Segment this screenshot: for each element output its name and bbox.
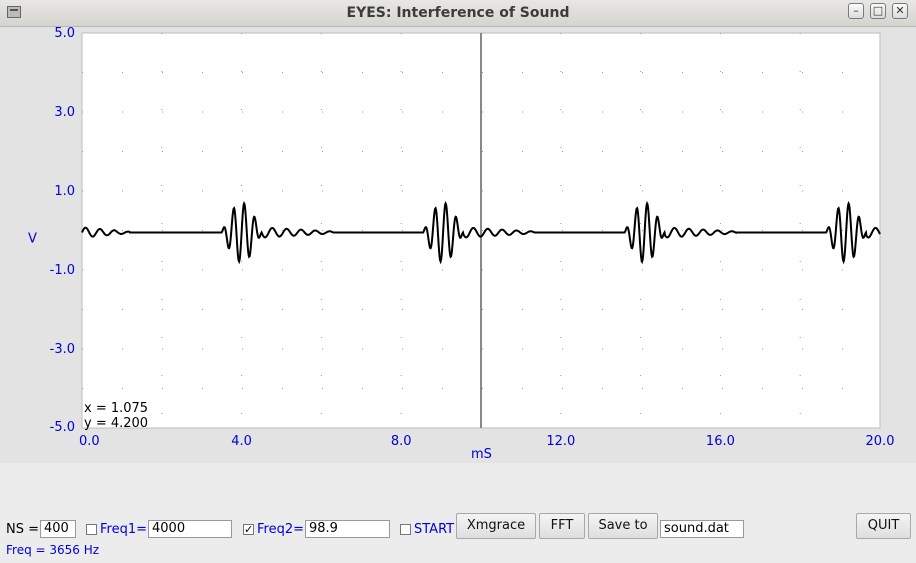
minimize-icon[interactable]: – (848, 3, 864, 19)
readout-y: y = 4.200 (84, 416, 148, 431)
freq1-input[interactable]: 4000 (148, 520, 232, 538)
xmgrace-button[interactable]: Xmgrace (456, 513, 536, 539)
window-title: EYES: Interference of Sound (346, 5, 570, 21)
x-tick-label: 0.0 (79, 434, 100, 449)
filename-input[interactable]: sound.dat (660, 520, 744, 538)
title-bar: EYES: Interference of Sound – □ ✕ (0, 0, 916, 27)
ns-label: NS = (6, 522, 40, 537)
readout-x: x = 1.075 (84, 401, 148, 416)
y-tick-label: -3.0 (50, 342, 75, 357)
waveform-chart[interactable]: 5.0 3.0 1.0 -1.0 -3.0 -5.0 0.0 4.0 8.0 12.0 16.0 2… (0, 27, 916, 463)
save-to-button[interactable]: Save to (588, 513, 658, 539)
start-checkbox[interactable] (400, 524, 411, 535)
y-tick-label: -1.0 (50, 263, 75, 278)
ns-input[interactable]: 400 (40, 520, 76, 538)
freq1-checkbox[interactable] (86, 524, 97, 535)
fft-button[interactable]: FFT (539, 513, 585, 539)
x-axis-label: mS (471, 447, 492, 462)
freq2-label: Freq2= (257, 522, 305, 537)
y-tick-label: -5.0 (50, 420, 75, 435)
y-tick-label: 1.0 (54, 184, 75, 199)
quit-button[interactable]: QUIT (856, 513, 911, 539)
frequency-status: Freq = 3656 Hz (6, 543, 100, 557)
x-tick-label: 16.0 (706, 434, 735, 449)
plot-canvas[interactable]: 5.0 3.0 1.0 -1.0 -3.0 -5.0 0.0 4.0 8.0 12.0 16.0 2… (0, 27, 916, 463)
freq2-checkbox[interactable]: ✓ (243, 524, 254, 535)
close-icon[interactable]: ✕ (892, 3, 908, 19)
freq2-input[interactable]: 98.9 (305, 520, 390, 538)
y-axis-label: V (28, 232, 37, 247)
y-tick-label: 5.0 (54, 27, 75, 41)
x-tick-label: 4.0 (231, 434, 252, 449)
maximize-icon[interactable]: □ (870, 3, 886, 19)
x-tick-label: 8.0 (391, 434, 412, 449)
start-label: START (414, 522, 455, 537)
freq1-label: Freq1= (100, 522, 148, 537)
x-tick-label: 20.0 (866, 434, 895, 449)
x-tick-label: 12.0 (546, 434, 575, 449)
y-tick-label: 3.0 (54, 105, 75, 120)
